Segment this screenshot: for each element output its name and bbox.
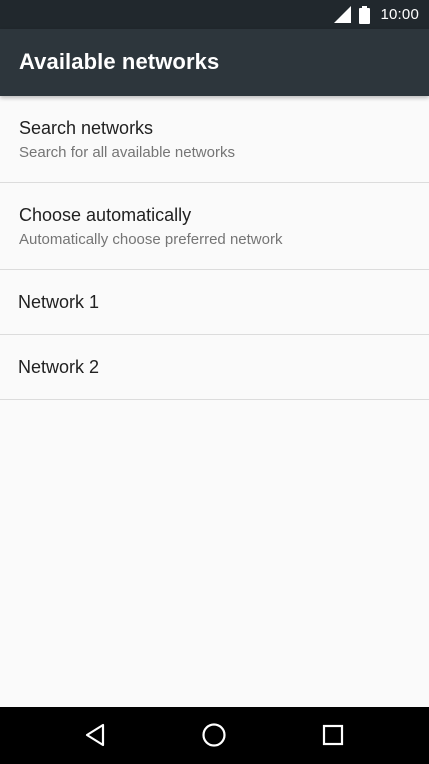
back-button[interactable] xyxy=(81,721,109,749)
recents-icon xyxy=(322,724,344,746)
battery-icon xyxy=(359,5,371,24)
list-item-title: Choose automatically xyxy=(19,205,192,225)
choose-automatically-item[interactable]: Choose automatically Automatically choos… xyxy=(0,183,429,270)
list-item-title: Network 2 xyxy=(18,357,100,377)
app-bar: Available networks xyxy=(0,29,429,96)
home-icon xyxy=(202,723,226,747)
recents-button[interactable] xyxy=(319,721,347,749)
network-2-item[interactable]: Network 2 xyxy=(0,335,429,400)
list-item-summary: Automatically choose preferred network xyxy=(19,231,283,248)
list-item-title: Search networks xyxy=(19,118,154,138)
back-icon xyxy=(85,723,105,747)
search-networks-item[interactable]: Search networks Search for all available… xyxy=(0,96,429,183)
page-title: Available networks xyxy=(19,49,220,74)
network-1-item[interactable]: Network 1 xyxy=(0,270,429,335)
list-item-summary: Search for all available networks xyxy=(19,144,235,161)
network-list: Search networks Search for all available… xyxy=(0,96,429,400)
status-bar: 10:00 xyxy=(0,0,429,29)
home-button[interactable] xyxy=(200,721,228,749)
clock: 10:00 xyxy=(380,6,419,23)
list-item-title: Network 1 xyxy=(18,292,100,312)
cell-signal-icon xyxy=(334,6,352,23)
navigation-bar xyxy=(0,707,429,764)
